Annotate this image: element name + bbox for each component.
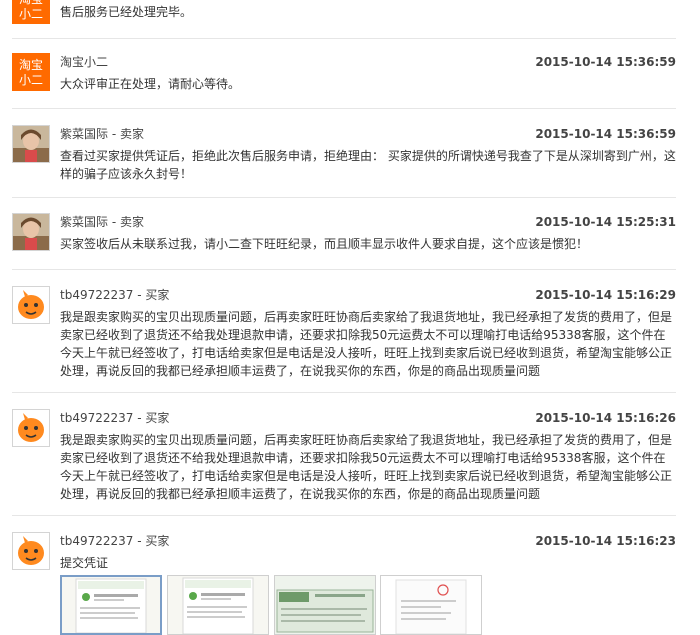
- buyer-cartoon-avatar: [12, 409, 50, 447]
- evidence-thumbnails: [60, 575, 560, 635]
- evidence-thumbnail[interactable]: [380, 575, 482, 635]
- app-screenshot-icon: [168, 576, 268, 634]
- message-time: 2015-10-14 15:16:23: [535, 534, 676, 548]
- cartoon-mascot-icon: [13, 287, 49, 323]
- message-body: 提交凭证: [60, 556, 109, 570]
- cartoon-mascot-icon: [13, 410, 49, 446]
- buyer-cartoon-avatar: [12, 286, 50, 324]
- xiaoer-logo-text: 小二: [18, 7, 43, 21]
- xiaoer-logo-text: 淘宝: [18, 58, 43, 72]
- message-body: 大众评审正在处理，请耐心等待。: [60, 77, 241, 91]
- shipping-receipt-icon: [275, 576, 375, 634]
- message-body: 售后服务已经处理完毕。: [60, 5, 193, 19]
- evidence-thumbnail[interactable]: [167, 575, 269, 635]
- divider: [12, 392, 676, 393]
- sender-name: tb49722237 - 买家: [60, 411, 170, 425]
- sender-name: tb49722237 - 买家: [60, 534, 170, 548]
- person-photo-icon: [13, 126, 49, 162]
- message-time: 2015-10-14 15:16:26: [535, 411, 676, 425]
- divider: [12, 515, 676, 516]
- xiaoer-logo-text: 淘宝: [13, 0, 49, 6]
- divider: [12, 108, 676, 109]
- xiaoer-logo-text: 小二: [18, 73, 43, 87]
- message-entry: 紫菜国际 - 卖家 2015-10-14 15:36:59 查看过买家提供凭证后…: [12, 125, 676, 187]
- cartoon-mascot-icon: [13, 533, 49, 569]
- evidence-thumbnail[interactable]: [60, 575, 162, 635]
- seller-photo-avatar: [12, 213, 50, 251]
- message-entry: tb49722237 - 买家 2015-10-14 15:16:23 提交凭证: [12, 532, 676, 635]
- message-time: 2015-10-14 15:16:29: [535, 288, 676, 302]
- message-time: 2015-10-14 15:36:59: [535, 55, 676, 69]
- divider: [12, 38, 676, 39]
- buyer-cartoon-avatar: [12, 532, 50, 570]
- evidence-thumbnail[interactable]: [274, 575, 376, 635]
- message-entry: 淘宝 小二 售后服务已经处理完毕。: [12, 0, 676, 26]
- sender-name: 紫菜国际 - 卖家: [60, 215, 144, 229]
- sender-name: tb49722237 - 买家: [60, 288, 170, 302]
- message-body: 我是跟卖家购买的宝贝出现质量问题，后再卖家旺旺协商后卖家给了我退货地址，我已经承…: [60, 310, 673, 378]
- message-body: 我是跟卖家购买的宝贝出现质量问题，后再卖家旺旺协商后卖家给了我退货地址，我已经承…: [60, 433, 673, 501]
- message-entry: 淘宝 小二 淘宝小二 2015-10-14 15:36:59 大众评审正在处理，…: [12, 53, 676, 103]
- sender-name: 淘宝小二: [60, 55, 109, 69]
- divider: [12, 269, 676, 270]
- person-photo-icon: [13, 214, 49, 250]
- xiaoer-logo-avatar: 淘宝 小二: [12, 53, 50, 91]
- message-entry: tb49722237 - 买家 2015-10-14 15:16:26 我是跟卖…: [12, 409, 676, 505]
- seller-photo-avatar: [12, 125, 50, 163]
- message-feed: 淘宝 小二 售后服务已经处理完毕。 淘宝 小二 淘宝小二 2015-10-14 …: [0, 0, 700, 635]
- message-entry: 紫菜国际 - 卖家 2015-10-14 15:25:31 买家签收后从未联系过…: [12, 213, 676, 261]
- message-time: 2015-10-14 15:36:59: [535, 127, 676, 141]
- message-entry: tb49722237 - 买家 2015-10-14 15:16:29 我是跟卖…: [12, 286, 676, 382]
- message-body: 查看过买家提供凭证后，拒绝此次售后服务申请，拒绝理由： 买家提供的所谓快递号我查…: [60, 149, 676, 181]
- document-scan-icon: [381, 576, 481, 634]
- message-body: 买家签收后从未联系过我，请小二查下旺旺纪录，而且顺丰显示收件人要求自提，这个应该…: [60, 237, 589, 251]
- sender-name: 紫菜国际 - 卖家: [60, 127, 144, 141]
- xiaoer-logo-avatar: 淘宝 小二: [12, 0, 50, 24]
- divider: [12, 197, 676, 198]
- message-time: 2015-10-14 15:25:31: [535, 215, 676, 229]
